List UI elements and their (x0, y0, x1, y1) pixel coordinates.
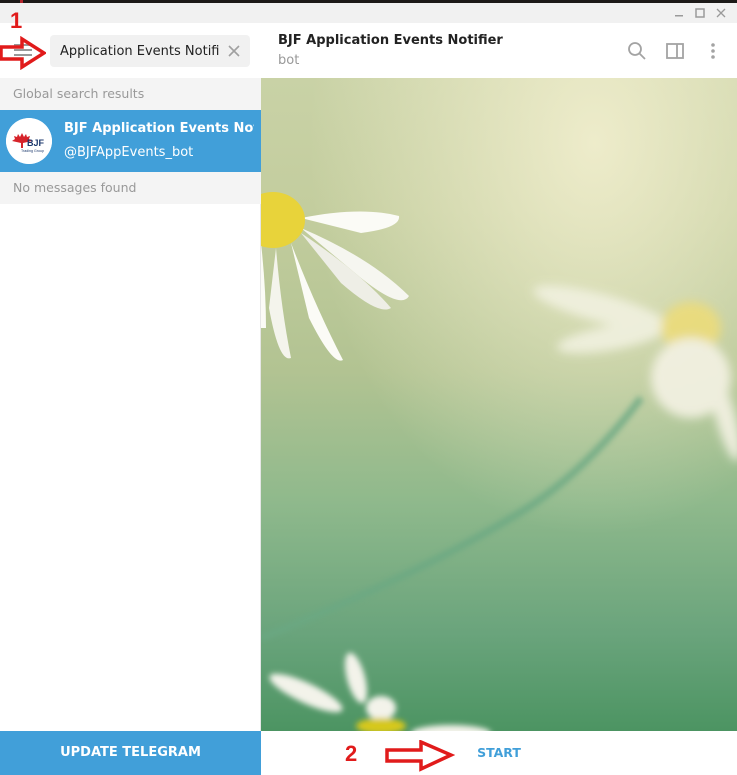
sidebar: Global search results BJF Trading Group … (0, 23, 261, 775)
chat-search-button[interactable] (625, 39, 649, 63)
more-options-button[interactable] (701, 39, 725, 63)
toggle-side-panel-button[interactable] (663, 39, 687, 63)
search-icon (628, 42, 646, 60)
bjf-logo-icon: BJF Trading Group (6, 118, 52, 164)
maximize-button[interactable] (689, 3, 711, 23)
daisy-wallpaper-image (261, 78, 737, 731)
chat-wallpaper (261, 78, 737, 731)
result-username: @BJFAppEvents_bot (64, 145, 194, 160)
more-vertical-icon (711, 43, 715, 59)
close-icon (716, 8, 726, 18)
search-clear-button[interactable] (226, 43, 242, 59)
svg-text:Trading Group: Trading Group (21, 149, 44, 153)
chat-title[interactable]: BJF Application Events Notifier (278, 33, 503, 48)
annotation-arrow-right-icon (385, 740, 455, 772)
start-bot-button[interactable]: START (461, 731, 537, 775)
search-result-item[interactable]: BJF Trading Group BJF Application Events… (0, 110, 261, 172)
annotation-step-2: 2 (345, 741, 358, 766)
search-field (50, 35, 250, 67)
no-messages-label: No messages found (0, 172, 261, 204)
svg-text:BJF: BJF (27, 138, 45, 148)
chat-status: bot (278, 53, 300, 68)
update-telegram-button[interactable]: UPDATE TELEGRAM (0, 731, 261, 775)
chat-panel: BJF Application Events Notifier bot STAR… (261, 23, 737, 775)
search-input[interactable] (60, 35, 220, 67)
minimize-button[interactable] (668, 3, 690, 23)
maximize-icon (695, 8, 705, 18)
side-panel-icon (666, 43, 684, 59)
annotation-arrow-right-icon (0, 36, 46, 70)
close-icon (228, 45, 240, 57)
window-titlebar (0, 3, 737, 23)
minimize-icon (675, 15, 683, 17)
global-search-results-header: Global search results (0, 78, 261, 110)
close-window-button[interactable] (710, 3, 732, 23)
annotation-step-1: 1 (10, 8, 23, 33)
result-name: BJF Application Events Noti... (64, 121, 254, 136)
avatar: BJF Trading Group (6, 118, 52, 164)
chat-header: BJF Application Events Notifier bot (261, 23, 737, 78)
chat-bottom-bar: START (261, 731, 737, 775)
